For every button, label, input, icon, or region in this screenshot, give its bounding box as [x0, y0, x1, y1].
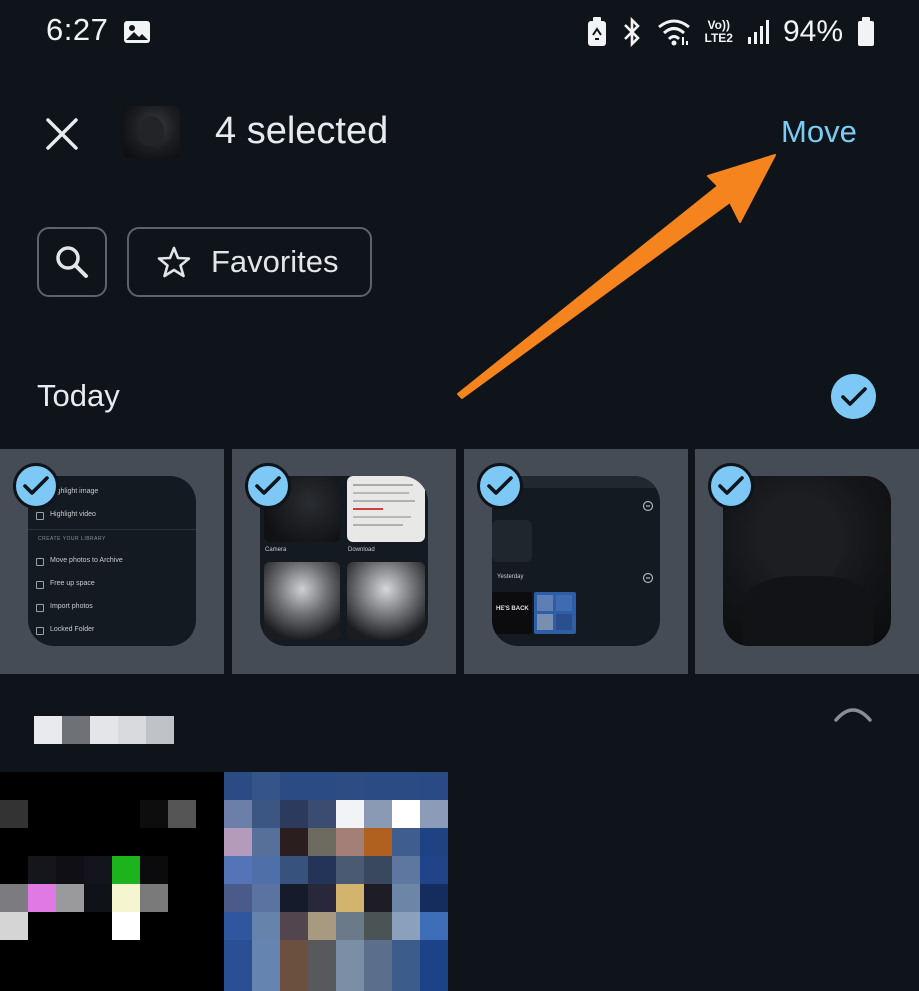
selected-checkmark [477, 463, 523, 509]
album-cover [347, 476, 425, 542]
favorites-chip[interactable]: Favorites [127, 227, 372, 297]
album-label: Camera [265, 547, 287, 553]
album-cover [347, 562, 425, 640]
album-cover [264, 562, 340, 640]
check-icon [718, 476, 744, 495]
search-chip[interactable] [37, 227, 107, 297]
album-label: Download [348, 547, 375, 553]
close-selection-button[interactable] [40, 112, 84, 156]
menu-item: Free up space [36, 580, 95, 589]
menu-item: Locked Folder [35, 626, 94, 635]
battery-saver-icon [587, 17, 606, 46]
photo-preview [534, 592, 576, 634]
photo-tile-redacted-1[interactable] [0, 772, 224, 991]
circle-check-icon [642, 572, 654, 584]
photo-tile-3[interactable]: Yesterday HE'S BACK [464, 449, 688, 674]
photo-tile-4[interactable] [695, 449, 919, 674]
selected-checkmark [708, 463, 754, 509]
photo-tile-2[interactable]: Camera Download [232, 449, 456, 674]
circle-check-icon [642, 500, 654, 512]
date-label: Yesterday [497, 574, 524, 580]
section-title-today: Today [37, 378, 120, 413]
photo-preview [492, 520, 532, 562]
menu-section-header: CREATE YOUR LIBRARY [38, 536, 106, 542]
network-type: Vo)) LTE2 [705, 19, 733, 45]
check-icon [23, 476, 49, 495]
signal-icon [747, 20, 769, 44]
today-photo-grid: Highlight image Highlight video CREATE Y… [0, 449, 919, 674]
menu-item: Move photos to Archive [36, 557, 123, 566]
photo-thumbnail: Camera Download [260, 476, 428, 646]
selection-app-bar: 4 selected Move [0, 90, 919, 174]
selected-checkmark [13, 463, 59, 509]
photo-preview: HE'S BACK [492, 592, 532, 634]
selection-preview-thumbnail [124, 106, 180, 158]
selected-count: 4 selected [215, 110, 389, 152]
close-icon [46, 118, 78, 150]
photo-thumbnail: Yesterday HE'S BACK [492, 476, 660, 646]
photo-thumbnail [723, 476, 891, 646]
image-notification-icon [124, 21, 150, 43]
section-title-redacted [34, 716, 174, 744]
status-bar: 6:27 Vo)) LTE2 94% [0, 0, 919, 66]
search-icon [56, 246, 88, 278]
favorites-label: Favorites [211, 244, 339, 279]
photo-tile-1[interactable]: Highlight image Highlight video CREATE Y… [0, 449, 224, 674]
wifi-icon [657, 19, 690, 46]
check-icon [840, 386, 867, 406]
battery-icon [858, 17, 874, 46]
move-button[interactable]: Move [781, 114, 857, 150]
star-icon [157, 246, 191, 278]
menu-item: Import photos [36, 603, 93, 612]
photo-tile-redacted-2[interactable] [224, 772, 448, 991]
bluetooth-icon [623, 17, 640, 47]
select-all-today-checkbox[interactable] [831, 374, 876, 419]
check-icon [255, 476, 281, 495]
lte-label: LTE2 [704, 31, 733, 45]
selected-checkmark [245, 463, 291, 509]
status-icons: Vo)) LTE2 94% [587, 14, 876, 50]
battery-percent: 94% [782, 15, 843, 48]
status-time: 6:27 [46, 12, 109, 47]
photo-thumbnail: Highlight image Highlight video CREATE Y… [28, 476, 196, 646]
menu-item: Highlight video [36, 511, 96, 520]
section-check-circle-icon[interactable] [830, 702, 876, 748]
check-icon [487, 476, 513, 495]
